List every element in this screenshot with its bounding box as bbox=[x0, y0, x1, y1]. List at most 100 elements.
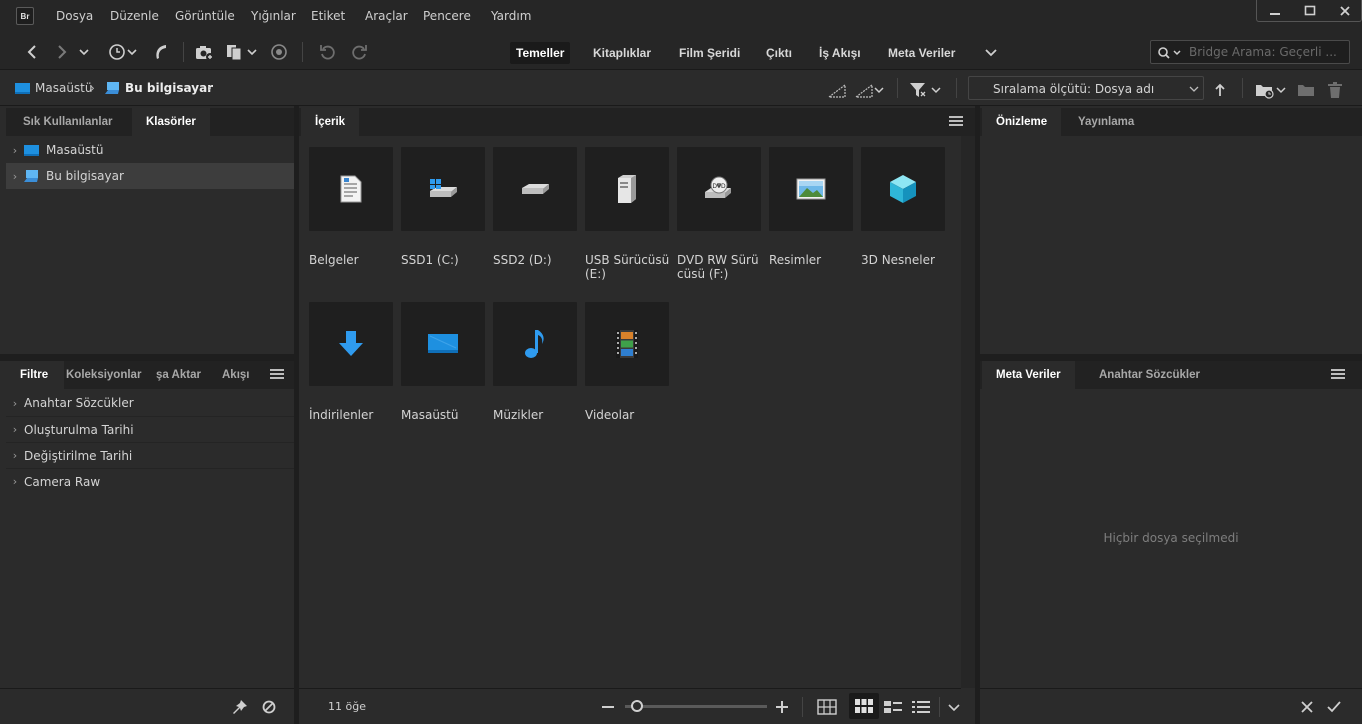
tab-keywords[interactable]: Anahtar Sözcükler bbox=[1085, 361, 1214, 389]
content-item-downloads[interactable] bbox=[309, 302, 393, 386]
boomerang-button[interactable] bbox=[152, 42, 170, 62]
search-icon[interactable] bbox=[1157, 46, 1185, 60]
content-item-documents[interactable] bbox=[309, 147, 393, 231]
sort-direction-button[interactable] bbox=[1213, 80, 1227, 100]
tab-preview[interactable]: Önizleme bbox=[982, 108, 1062, 136]
app-logo: Br bbox=[16, 7, 34, 25]
cancel-metadata-button[interactable] bbox=[1300, 697, 1314, 717]
right-horizontal-splitter[interactable] bbox=[980, 354, 1362, 361]
breadcrumb-computer[interactable]: Bu bilgisayar bbox=[105, 81, 213, 95]
thumbnail-size-slider[interactable] bbox=[625, 705, 767, 708]
apply-metadata-button[interactable] bbox=[1327, 697, 1341, 717]
tab-export[interactable]: şa Aktar bbox=[154, 361, 208, 389]
content-item-ssd1[interactable] bbox=[401, 147, 485, 231]
left-splitter[interactable] bbox=[294, 106, 299, 724]
folder-item-this-pc[interactable]: › Bu bilgisayar bbox=[6, 163, 294, 189]
zoom-in-button[interactable] bbox=[775, 697, 789, 717]
tab-collections[interactable]: Koleksiyonlar bbox=[64, 361, 154, 389]
search-input[interactable] bbox=[1189, 44, 1344, 60]
view-details-button[interactable] bbox=[884, 697, 902, 717]
panel-menu-icon[interactable] bbox=[1331, 369, 1345, 381]
workspace-filmstrip[interactable]: Film Şeridi bbox=[673, 42, 746, 64]
zoom-out-button[interactable] bbox=[601, 697, 615, 717]
filter-label: Değiştirilme Tarihi bbox=[24, 448, 133, 463]
menu-help[interactable]: Yardım bbox=[491, 9, 531, 23]
content-item-desktop[interactable] bbox=[401, 302, 485, 386]
content-item-pictures[interactable] bbox=[769, 147, 853, 231]
thumbnail-size-slider-handle[interactable] bbox=[631, 700, 643, 712]
workspace-output[interactable]: Çıktı bbox=[760, 42, 798, 64]
menu-tools[interactable]: Araçlar bbox=[365, 9, 408, 23]
content-item-music[interactable] bbox=[493, 302, 577, 386]
camera-import-button[interactable] bbox=[195, 42, 215, 62]
menu-file[interactable]: Dosya bbox=[56, 9, 93, 23]
workspace-more-button[interactable] bbox=[984, 42, 998, 62]
copy-button[interactable] bbox=[226, 42, 260, 62]
sort-select-label: Sıralama ölçütü: Dosya adı bbox=[993, 82, 1155, 96]
minimize-button[interactable] bbox=[1258, 0, 1292, 22]
forward-button[interactable] bbox=[54, 42, 70, 62]
delete-button[interactable] bbox=[1327, 80, 1343, 100]
tab-publish[interactable]: Yayınlama bbox=[1064, 108, 1148, 136]
panel-menu-icon[interactable] bbox=[949, 116, 963, 128]
menu-stacks[interactable]: Yığınlar bbox=[251, 9, 296, 23]
filter-date-modified[interactable]: › Değiştirilme Tarihi bbox=[6, 442, 294, 468]
usb-drive-icon bbox=[618, 175, 636, 203]
breadcrumb-desktop[interactable]: Masaüstü bbox=[15, 81, 92, 95]
content-item-dvd[interactable]: DVD bbox=[677, 147, 761, 231]
chevron-right-icon[interactable]: › bbox=[6, 170, 24, 183]
filter-button[interactable] bbox=[909, 80, 943, 100]
content-item-videos[interactable] bbox=[585, 302, 669, 386]
workspace-workflow[interactable]: İş Akışı bbox=[813, 42, 867, 64]
sort-select[interactable]: Sıralama ölçütü: Dosya adı bbox=[968, 76, 1204, 100]
recent-button[interactable] bbox=[108, 42, 138, 62]
rating-filter-button[interactable] bbox=[855, 80, 885, 100]
tab-publish-flow[interactable]: Akışı bbox=[208, 361, 260, 389]
filter-date-created[interactable]: › Oluşturulma Tarihi bbox=[6, 416, 294, 442]
tab-favorites[interactable]: Sık Kullanılanlar bbox=[9, 108, 126, 136]
rotate-right-button[interactable] bbox=[350, 42, 368, 62]
maximize-button[interactable] bbox=[1293, 0, 1327, 22]
refine-button[interactable] bbox=[270, 42, 288, 62]
menu-edit[interactable]: Düzenle bbox=[110, 9, 159, 23]
filter-camera-raw[interactable]: › Camera Raw bbox=[6, 468, 294, 494]
left-horizontal-splitter[interactable] bbox=[0, 354, 294, 361]
rotate-left-button[interactable] bbox=[319, 42, 337, 62]
view-thumbnails-button[interactable] bbox=[849, 693, 879, 719]
recent-folders-button[interactable] bbox=[1255, 80, 1289, 100]
close-window-button[interactable] bbox=[1328, 0, 1362, 22]
filter-keywords[interactable]: › Anahtar Sözcükler bbox=[6, 390, 294, 416]
menu-view[interactable]: Görüntüle bbox=[175, 9, 235, 23]
content-scrollbar[interactable] bbox=[961, 136, 975, 688]
right-splitter[interactable] bbox=[975, 106, 980, 724]
panel-menu-icon[interactable] bbox=[270, 369, 284, 381]
arrow-up-icon bbox=[1215, 83, 1225, 96]
workspace-libraries[interactable]: Kitaplıklar bbox=[587, 42, 657, 64]
chevron-right-icon[interactable]: › bbox=[6, 144, 24, 157]
view-list-button[interactable] bbox=[912, 697, 930, 717]
tab-folders[interactable]: Klasörler bbox=[132, 108, 210, 136]
tab-filter[interactable]: Filtre bbox=[6, 361, 64, 389]
clear-filter-button[interactable] bbox=[261, 697, 277, 717]
workspace-essentials[interactable]: Temeller bbox=[510, 42, 571, 64]
workspace-metadata[interactable]: Meta Veriler bbox=[882, 42, 961, 64]
new-folder-button[interactable] bbox=[1297, 80, 1315, 100]
content-item-usb[interactable] bbox=[585, 147, 669, 231]
tab-content[interactable]: İçerik bbox=[301, 108, 360, 136]
desktop-folder-icon bbox=[15, 83, 30, 94]
menu-window[interactable]: Pencere bbox=[423, 9, 471, 23]
content-item-ssd2[interactable] bbox=[493, 147, 577, 231]
content-item-3d-objects[interactable] bbox=[861, 147, 945, 231]
maximize-icon bbox=[1304, 5, 1316, 16]
folder-item-desktop[interactable]: › Masaüstü bbox=[6, 137, 294, 163]
3d-objects-icon bbox=[890, 175, 916, 203]
document-icon bbox=[340, 175, 362, 203]
quality-button[interactable] bbox=[828, 80, 846, 100]
back-button[interactable] bbox=[24, 42, 40, 62]
tab-metadata[interactable]: Meta Veriler bbox=[982, 361, 1075, 389]
grid-lock-button[interactable] bbox=[817, 697, 837, 717]
menu-label[interactable]: Etiket bbox=[311, 9, 345, 23]
history-dropdown[interactable] bbox=[78, 42, 90, 62]
pin-filter-button[interactable] bbox=[232, 697, 248, 717]
view-options-button[interactable] bbox=[948, 697, 960, 717]
